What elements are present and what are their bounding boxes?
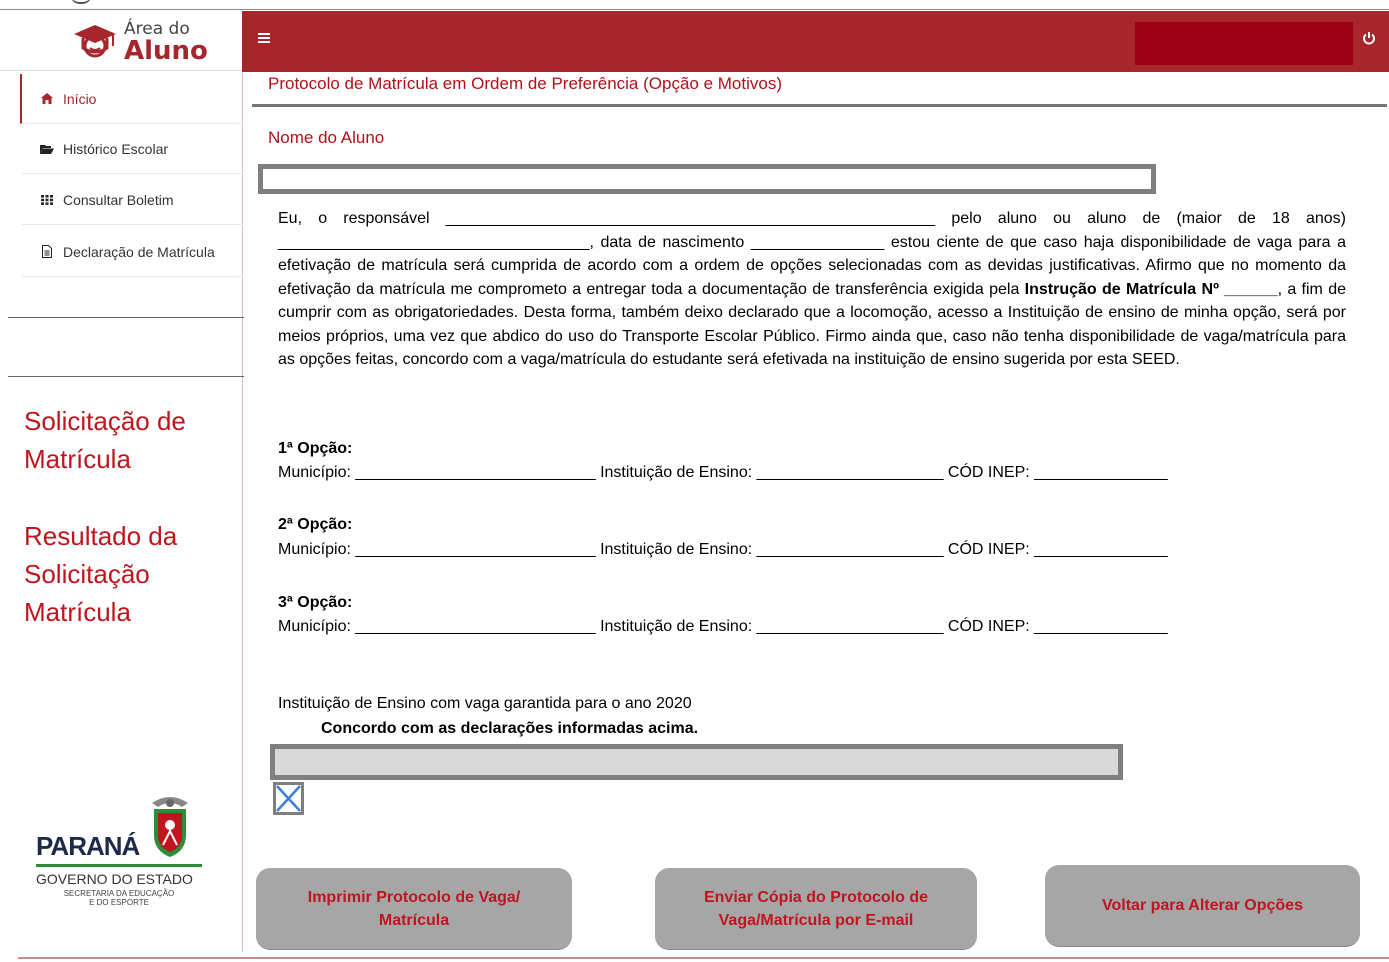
sidebar-item-inicio[interactable]: Início	[20, 74, 241, 124]
option-1-heading: 1ª Opção:	[278, 440, 353, 457]
secretary-line1: SECRETARIA DA EDUCAÇÃO	[63, 889, 175, 898]
link-line: Resultado da	[24, 521, 178, 551]
guaranteed-institution-field	[270, 744, 1123, 780]
top-rule-notch	[70, 0, 92, 4]
solicitacao-matricula-link[interactable]: Solicitação de Matrícula	[24, 402, 186, 478]
secretary-line2: E DO ESPORTE	[89, 898, 149, 907]
button-label: Imprimir Protocolo de Vaga/	[307, 888, 521, 906]
government-label: GOVERNO DO ESTADO	[36, 871, 193, 887]
logo[interactable]: Área do Aluno	[0, 11, 242, 71]
link-line: Solicitação	[24, 559, 150, 589]
file-icon	[40, 245, 54, 258]
button-label: Voltar para Alterar Opções	[1102, 897, 1303, 914]
link-line: Matrícula	[24, 444, 131, 474]
power-icon[interactable]	[1362, 31, 1376, 45]
option-1-row: Município: ___________________________ I…	[278, 464, 1168, 481]
student-name-field[interactable]	[258, 164, 1156, 194]
link-line: Matrícula	[24, 597, 131, 627]
brand-bar	[36, 864, 202, 867]
sidebar-item-label: Histórico Escolar	[63, 140, 169, 157]
divider	[8, 376, 244, 377]
option-2-row: Município: ___________________________ I…	[278, 541, 1168, 558]
folder-open-icon	[40, 144, 54, 154]
check-x-icon	[276, 785, 301, 812]
button-label: Vaga/Matrícula por E-mail	[718, 911, 914, 929]
page-title: Protocolo de Matrícula em Ordem de Prefe…	[268, 74, 782, 93]
sidebar-item-boletim[interactable]: Consultar Boletim	[22, 175, 243, 225]
menu-icon[interactable]	[258, 33, 270, 43]
table-icon	[40, 194, 54, 205]
top-rule	[0, 0, 1389, 10]
back-to-options-button[interactable]: Voltar para Alterar Opções	[1045, 865, 1360, 947]
email-protocol-button[interactable]: Enviar Cópia do Protocolo de Vaga/Matrícu…	[655, 868, 977, 950]
agreement-label: Concordo com as declarações informadas a…	[321, 720, 699, 737]
divider	[18, 957, 1389, 959]
link-line: Solicitação de	[24, 406, 186, 436]
graduation-cap-icon	[74, 25, 116, 58]
guaranteed-vacancy-label: Instituição de Ensino com vaga garantida…	[278, 695, 692, 712]
resultado-solicitacao-link[interactable]: Resultado da Solicitação Matrícula	[24, 517, 177, 631]
declaration-bold: Instrução de Matrícula Nº ______	[1024, 280, 1278, 298]
sidebar-item-label: Início	[63, 90, 97, 107]
parana-government-logo: PARANÁ GOVERNO DO ESTADO SECRETARIA DA E…	[34, 795, 204, 907]
option-3-row: Município: ___________________________ I…	[278, 618, 1168, 635]
divider	[252, 104, 1387, 107]
divider	[8, 317, 244, 318]
option-2-heading: 2ª Opção:	[278, 516, 353, 533]
button-label: Enviar Cópia do Protocolo de	[703, 888, 929, 906]
home-icon	[40, 93, 54, 104]
sidebar-item-label: Declaração de Matrícula	[63, 243, 215, 260]
option-3-heading: 3ª Opção:	[278, 594, 353, 611]
button-label: Matrícula	[378, 911, 450, 929]
sidebar-item-historico[interactable]: Histórico Escolar	[22, 124, 243, 174]
student-name-label: Nome do Aluno	[268, 128, 385, 147]
user-box[interactable]	[1135, 22, 1353, 65]
sidebar-item-label: Consultar Boletim	[63, 191, 174, 208]
brand-name: PARANÁ	[36, 831, 140, 861]
print-protocol-button[interactable]: Imprimir Protocolo de Vaga/Matrícula	[256, 868, 572, 950]
sidebar-item-declaracao[interactable]: Declaração de Matrícula	[22, 227, 243, 277]
top-bar	[242, 11, 1389, 72]
logo-line2: Aluno	[124, 36, 208, 66]
declaration-text: Eu, o responsável ______________________…	[278, 207, 1346, 372]
agreement-checkbox[interactable]	[273, 782, 304, 815]
coat-of-arms-icon	[152, 797, 188, 857]
